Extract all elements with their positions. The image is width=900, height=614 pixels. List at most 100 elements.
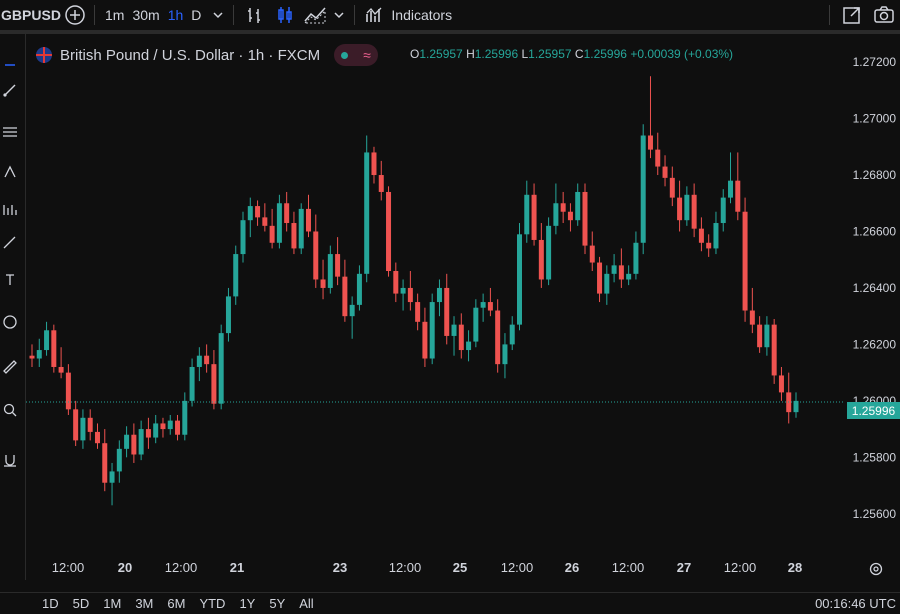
candle xyxy=(335,237,341,286)
candle-body xyxy=(240,220,246,255)
candle xyxy=(429,293,435,365)
projection-icon[interactable] xyxy=(2,202,18,218)
area-chart-icon xyxy=(304,7,326,24)
range-ytd[interactable]: YTD xyxy=(199,596,225,611)
emoji-icon[interactable] xyxy=(2,314,18,330)
candle xyxy=(553,183,559,235)
interval-dropdown[interactable] xyxy=(209,0,227,30)
bar-chart-type-button[interactable] xyxy=(240,0,270,30)
candle-body xyxy=(502,344,508,365)
range-1d[interactable]: 1D xyxy=(42,596,59,611)
compare-add-button[interactable] xyxy=(62,0,88,30)
fullscreen-button[interactable] xyxy=(836,0,868,30)
candle-body xyxy=(684,194,690,221)
gear-icon[interactable] xyxy=(868,561,884,577)
interval-30m[interactable]: 30m xyxy=(132,0,167,30)
open-label: O xyxy=(410,47,420,61)
market-status[interactable]: ≈ xyxy=(334,44,379,66)
candle-body xyxy=(313,231,319,280)
candle-body xyxy=(36,350,42,359)
text-icon[interactable] xyxy=(2,272,18,288)
candle-body xyxy=(145,429,151,438)
candle xyxy=(320,259,326,300)
candle-body xyxy=(517,234,523,325)
candle xyxy=(611,254,617,283)
open-value: 1.25957 xyxy=(419,47,463,61)
instrument-title[interactable]: British Pound / U.S. Dollar · 1h · FXCM xyxy=(60,47,320,64)
chart-legend: British Pound / U.S. Dollar · 1h · FXCM … xyxy=(36,44,379,66)
range-3m[interactable]: 3M xyxy=(135,596,153,611)
high-label: H xyxy=(466,47,475,61)
candle xyxy=(58,347,64,379)
candle-body xyxy=(320,279,326,288)
candle-body xyxy=(553,203,559,226)
candle-body xyxy=(233,254,239,297)
pattern-icon[interactable] xyxy=(2,164,18,180)
cursor-icon[interactable] xyxy=(2,52,18,68)
area-chart-type-button[interactable] xyxy=(300,0,330,30)
range-6m[interactable]: 6M xyxy=(167,596,185,611)
candle xyxy=(698,217,704,252)
candle xyxy=(153,414,159,444)
candle-body xyxy=(276,203,282,243)
magnet-icon[interactable] xyxy=(2,452,18,468)
candle xyxy=(597,256,603,303)
candle-body xyxy=(611,265,617,274)
candle-body xyxy=(407,287,413,303)
candle-body xyxy=(305,208,311,232)
candle-body xyxy=(487,302,493,311)
candle-body xyxy=(422,321,428,359)
candles-chart-type-button[interactable] xyxy=(270,0,300,30)
range-5y[interactable]: 5Y xyxy=(269,596,285,611)
candle xyxy=(378,160,384,201)
chart-type-dropdown[interactable] xyxy=(330,0,348,30)
bottom-bar: 1D 5D 1M 3M 6M YTD 1Y 5Y All 00:16:46 UT… xyxy=(0,592,900,614)
candle xyxy=(305,194,311,238)
range-1m[interactable]: 1M xyxy=(103,596,121,611)
candle xyxy=(728,152,734,204)
candle xyxy=(582,183,588,255)
interval-1h[interactable]: 1h xyxy=(168,0,192,30)
candle-body xyxy=(415,302,421,322)
symbol-search[interactable]: GBPUSD xyxy=(0,0,62,30)
candle-body xyxy=(189,366,195,401)
indicators-button[interactable]: Indicators xyxy=(361,0,456,30)
snapshot-button[interactable] xyxy=(868,0,900,30)
brush-icon[interactable] xyxy=(2,234,18,250)
chevron-down-icon xyxy=(334,12,344,19)
range-5d[interactable]: 5D xyxy=(73,596,90,611)
candle xyxy=(262,203,268,232)
x-tick-label: 21 xyxy=(230,560,244,575)
price-chart[interactable]: 1.27200 1.27000 1.26800 1.26600 1.26400 1.262… xyxy=(26,34,900,580)
candle-body xyxy=(116,448,122,472)
ruler-icon[interactable] xyxy=(2,359,18,375)
candle-body xyxy=(669,177,675,198)
interval-1m[interactable]: 1m xyxy=(105,0,132,30)
zoom-icon[interactable] xyxy=(2,402,18,418)
y-tick-label: 1.26400 xyxy=(853,281,897,295)
range-1y[interactable]: 1Y xyxy=(239,596,255,611)
candle xyxy=(575,183,581,226)
candle xyxy=(589,231,595,272)
candle xyxy=(633,231,639,280)
utc-clock[interactable]: 00:16:46 UTC xyxy=(815,596,896,611)
candle-body xyxy=(109,471,115,483)
x-tick-label: 12:00 xyxy=(52,560,85,575)
interval-d[interactable]: D xyxy=(191,0,209,30)
camera-icon xyxy=(874,6,894,23)
candle xyxy=(116,440,122,483)
range-all[interactable]: All xyxy=(299,596,313,611)
candle xyxy=(124,426,130,458)
x-tick-label: 12:00 xyxy=(724,560,757,575)
candle-body xyxy=(371,152,377,176)
fib-icon[interactable] xyxy=(2,124,18,140)
candle xyxy=(131,423,137,463)
trendline-icon[interactable] xyxy=(2,82,18,98)
top-toolbar: GBPUSD 1m 30m 1h D Indicators xyxy=(0,0,900,34)
candle xyxy=(400,279,406,311)
candle-body xyxy=(531,194,537,240)
candle-body xyxy=(196,355,202,367)
candle xyxy=(669,166,675,207)
indicators-icon xyxy=(366,7,382,22)
candle xyxy=(109,462,115,506)
